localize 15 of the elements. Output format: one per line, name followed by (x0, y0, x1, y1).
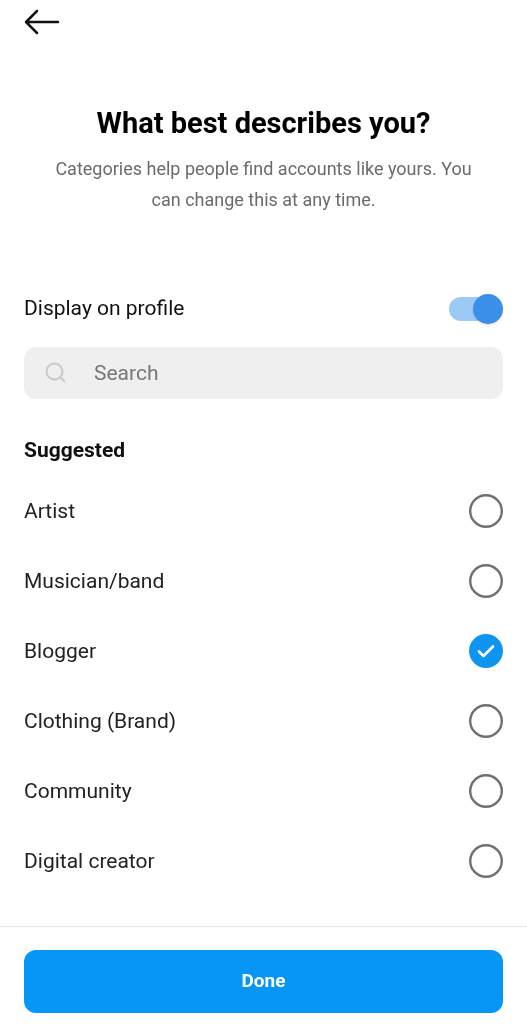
category-option[interactable]: Digital creator (0, 826, 527, 897)
back-arrow-icon (24, 9, 60, 35)
category-option[interactable]: Blogger (0, 616, 527, 687)
page-title: What best describes you? (96, 105, 431, 142)
back-button[interactable] (24, 8, 60, 36)
display-on-profile-label: Display on profile (24, 295, 185, 323)
display-on-profile-toggle[interactable] (447, 294, 503, 324)
search-icon (44, 360, 68, 385)
category-option[interactable]: Community (0, 756, 527, 827)
search-field[interactable]: Search (24, 346, 503, 399)
page-subtitle: Categories help people find accounts like yours. You can change this at any time. (54, 157, 473, 213)
category-option[interactable]: Musician/band (0, 546, 527, 617)
category-option[interactable]: Artist (0, 476, 527, 547)
category-option[interactable]: Clothing (Brand) (0, 686, 527, 757)
section-heading: Suggested (24, 436, 126, 464)
